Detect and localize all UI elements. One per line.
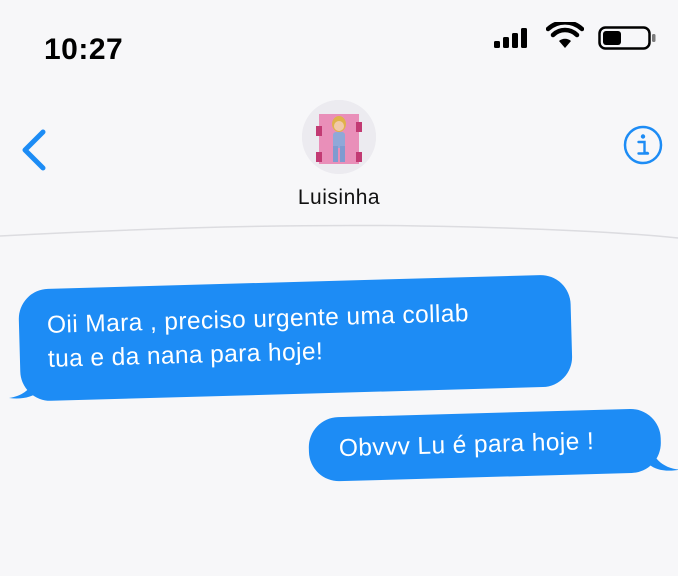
message-incoming[interactable]: Oii Mara , preciso urgente uma collab tu… (6, 274, 573, 402)
header-divider (0, 224, 678, 239)
status-time: 10:27 (44, 33, 124, 66)
contact-name[interactable]: Luisinha (0, 186, 678, 210)
message-bubble: Oii Mara , preciso urgente uma collab tu… (17, 274, 573, 402)
avatar[interactable] (302, 100, 376, 174)
info-circle-icon[interactable] (622, 124, 664, 166)
cellular-signal-icon (494, 26, 534, 48)
message-bubble: Obvvv Lu é para hoje ! (308, 408, 662, 482)
wifi-icon (546, 22, 584, 48)
avatar-photo (302, 100, 376, 174)
battery-icon (598, 26, 656, 50)
message-outgoing[interactable]: Obvvv Lu é para hoje ! (308, 408, 678, 482)
message-line: Obvvv Lu é para hoje ! (338, 428, 595, 463)
status-bar: 10:27 (0, 0, 678, 80)
chevron-left-icon[interactable] (16, 126, 52, 174)
